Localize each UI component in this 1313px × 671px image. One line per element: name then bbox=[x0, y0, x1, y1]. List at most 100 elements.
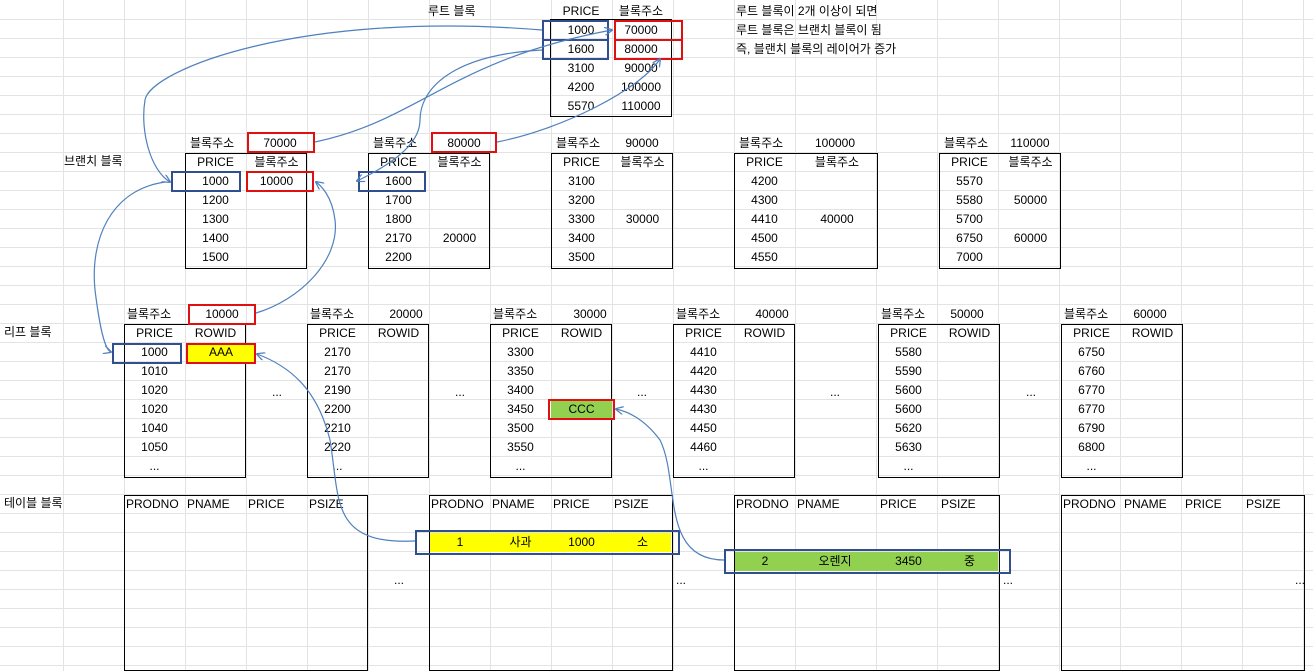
table-header-prodno: PRODNO bbox=[126, 497, 179, 511]
leaf-addr-label: 블록주소 bbox=[127, 307, 172, 321]
leaf-row-price: 4430 bbox=[690, 383, 717, 397]
leaf-row-price: 3550 bbox=[507, 440, 534, 454]
leaf-row-price: 3350 bbox=[507, 364, 534, 378]
branch-1000-highlight bbox=[171, 171, 241, 192]
leaf-row-price: ... bbox=[903, 459, 914, 473]
leaf-row-price: 5590 bbox=[895, 364, 922, 378]
leaf-row-price: 2220 bbox=[324, 440, 351, 454]
leaf-gap-ellipsis: ... bbox=[454, 385, 465, 399]
branch-addr-value: 90000 bbox=[625, 136, 659, 150]
branch-row-price: 4410 bbox=[751, 212, 778, 226]
leaf-row-price: ... bbox=[149, 459, 160, 473]
branch-addr-label: 블록주소 bbox=[373, 136, 418, 150]
leaf-addr-value: 50000 bbox=[950, 307, 984, 321]
leaf-row-price: ... bbox=[698, 459, 709, 473]
leaf-header-rowid: ROWID bbox=[194, 326, 237, 340]
branch-header-price: PRICE bbox=[951, 155, 988, 169]
branch-row-price: 3100 bbox=[568, 174, 595, 188]
branch-addr-label: 블록주소 bbox=[739, 136, 784, 150]
leaf-addr-value: 40000 bbox=[755, 307, 789, 321]
leaf-header-price: PRICE bbox=[890, 326, 927, 340]
leaf-row-price: 2170 bbox=[324, 345, 351, 359]
table-header-prodno: PRODNO bbox=[1063, 497, 1116, 511]
table-row-orange-highlight bbox=[724, 549, 1011, 574]
branch-header-addr: 블록주소 bbox=[437, 155, 482, 169]
leaf-row-price: 4450 bbox=[690, 421, 717, 435]
branch-row-price: 1400 bbox=[202, 231, 229, 245]
branch-row-addr: 50000 bbox=[1013, 193, 1048, 207]
leaf-row-price: 2210 bbox=[324, 421, 351, 435]
table-header-price: PRICE bbox=[880, 497, 917, 511]
branch-addr-value: 100000 bbox=[814, 136, 856, 150]
branch-row-price: 1300 bbox=[202, 212, 229, 226]
leaf-header-rowid: ROWID bbox=[377, 326, 420, 340]
leaf-row-price: 2190 bbox=[324, 383, 351, 397]
leaf-row-price: 1020 bbox=[141, 383, 168, 397]
branch-row-price: 3300 bbox=[568, 212, 595, 226]
leaf-addr-value: 30000 bbox=[573, 307, 607, 321]
branch-row-price: 1700 bbox=[385, 193, 412, 207]
table-header-pname: PNAME bbox=[492, 497, 535, 511]
leaf-row-price: 5630 bbox=[895, 440, 922, 454]
leaf-header-price: PRICE bbox=[319, 326, 356, 340]
leaf-1000-highlight bbox=[112, 343, 182, 364]
table-header-prodno: PRODNO bbox=[431, 497, 484, 511]
table-header-psize: PSIZE bbox=[309, 497, 344, 511]
table-header-psize: PSIZE bbox=[1246, 497, 1281, 511]
leaf-addr-label: 블록주소 bbox=[310, 307, 355, 321]
branch-addr-value: 110000 bbox=[1010, 136, 1050, 150]
leaf-header-price: PRICE bbox=[685, 326, 722, 340]
branch-header-addr: 블록주소 bbox=[814, 155, 860, 169]
gridline-col bbox=[63, 0, 64, 671]
leaf-gap-ellipsis: ... bbox=[1025, 385, 1036, 399]
branch-header-price: PRICE bbox=[197, 155, 234, 169]
leaf-gap-ellipsis: ... bbox=[271, 385, 282, 399]
leaf-row-price: 2170 bbox=[324, 364, 351, 378]
branch-row-price: 4550 bbox=[751, 250, 778, 264]
leaf-row-price: ... bbox=[332, 459, 343, 473]
table-gap-ellipsis: ... bbox=[1002, 573, 1013, 587]
branch-addr-label: 블록주소 bbox=[190, 136, 235, 150]
branch-row-price: 4500 bbox=[751, 231, 778, 245]
branch-row-addr: 20000 bbox=[442, 231, 477, 245]
leaf-row-price: 3300 bbox=[507, 345, 534, 359]
table-row-apple-highlight bbox=[415, 530, 680, 555]
leaf-header-rowid: ROWID bbox=[948, 326, 991, 340]
table-gap-ellipsis: ... bbox=[675, 573, 686, 587]
leaf-addr-label: 블록주소 bbox=[676, 307, 721, 321]
branch-70000-highlight bbox=[247, 132, 315, 153]
root-row-price: 3100 bbox=[567, 61, 595, 75]
table-gap-ellipsis: ... bbox=[393, 573, 404, 587]
leaf-row-price: 6750 bbox=[1078, 345, 1105, 359]
table-block bbox=[1061, 495, 1305, 671]
leaf-row-price: 6770 bbox=[1078, 383, 1105, 397]
table-header-prodno: PRODNO bbox=[736, 497, 789, 511]
branch-row-price: 1500 bbox=[202, 250, 229, 264]
branch-1600-highlight bbox=[358, 171, 426, 192]
leaf-header-rowid: ROWID bbox=[560, 326, 603, 340]
table-header-pname: PNAME bbox=[187, 497, 230, 511]
branch-block-label: 브랜치 블록 bbox=[64, 154, 123, 168]
leaf-row-price: 3450 bbox=[507, 402, 534, 416]
leaf-10000-highlight bbox=[188, 304, 256, 325]
gridline-col bbox=[1059, 0, 1060, 671]
table-header-pname: PNAME bbox=[797, 497, 840, 511]
branch-row-price: 5700 bbox=[956, 212, 983, 226]
leaf-header-price: PRICE bbox=[1073, 326, 1110, 340]
leaf-row-price: 6790 bbox=[1078, 421, 1105, 435]
root-header-addr: 블록주소 bbox=[618, 4, 664, 18]
leaf-row-price: 2200 bbox=[324, 402, 351, 416]
table-gap-ellipsis: ... bbox=[1294, 573, 1305, 587]
leaf-row-price: 4410 bbox=[690, 345, 717, 359]
leaf-row-price: 5600 bbox=[895, 383, 922, 397]
table-header-psize: PSIZE bbox=[614, 497, 649, 511]
leaf-row-price: 6770 bbox=[1078, 402, 1105, 416]
leaf-header-rowid: ROWID bbox=[743, 326, 786, 340]
leaf-aaa-highlight bbox=[186, 343, 256, 364]
leaf-addr-value: 60000 bbox=[1133, 307, 1167, 321]
leaf-row-price: 4460 bbox=[690, 440, 717, 454]
table-block bbox=[124, 495, 368, 671]
note-line-3: 즉, 블랜치 블록의 레이어가 증가 bbox=[736, 42, 897, 56]
branch-row-addr: 60000 bbox=[1013, 231, 1048, 245]
root-row-addr: 100000 bbox=[620, 80, 662, 94]
